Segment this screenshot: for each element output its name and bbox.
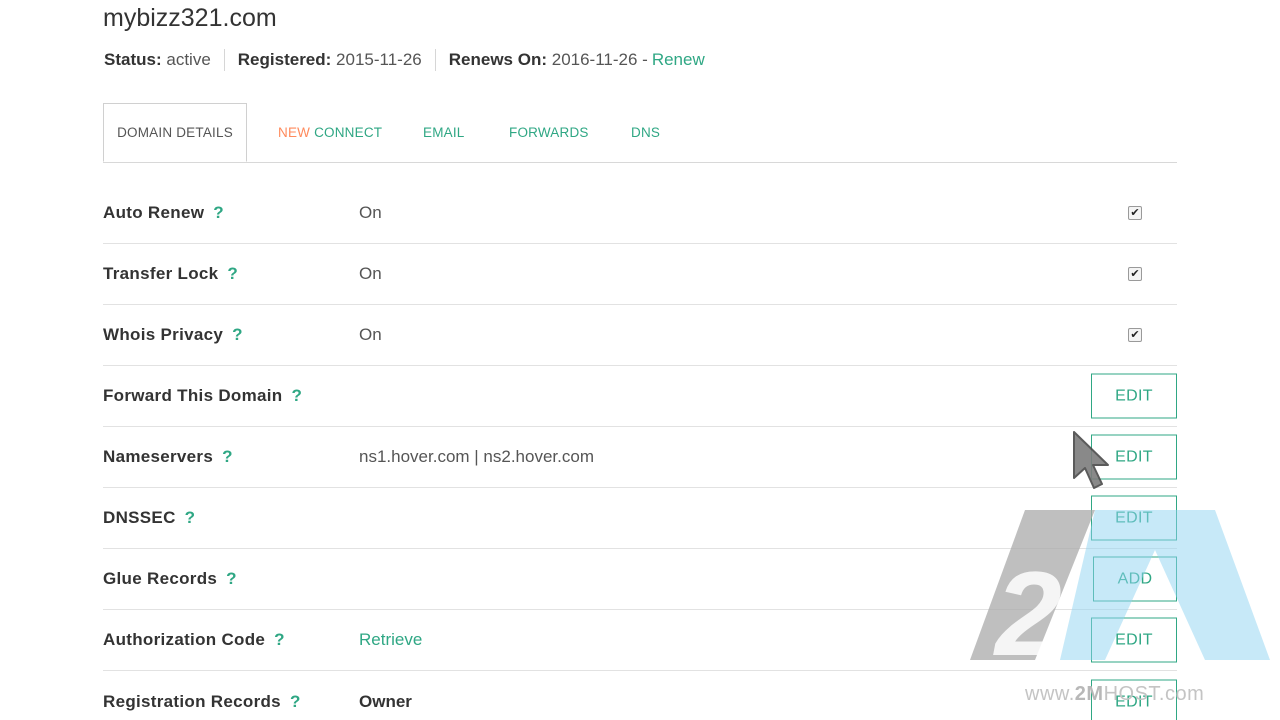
row-value: On — [359, 203, 382, 222]
row-label: Auto Renew? — [103, 203, 224, 223]
row-authorization-code: Authorization Code? Retrieve EDIT — [103, 610, 1177, 671]
tab-domain-details[interactable]: DOMAIN DETAILS — [103, 103, 247, 162]
status-value: active — [166, 50, 211, 69]
row-value: On — [359, 264, 382, 283]
row-dnssec: DNSSEC? EDIT — [103, 488, 1177, 549]
row-label: Transfer Lock? — [103, 264, 238, 284]
tab-email[interactable]: EMAIL — [423, 103, 465, 162]
row-label-text: Whois Privacy — [103, 325, 224, 344]
retrieve-auth-code-link[interactable]: Retrieve — [359, 630, 422, 650]
tab-label: EMAIL — [423, 125, 465, 140]
auth-code-edit-button[interactable]: EDIT — [1091, 617, 1177, 663]
help-icon[interactable]: ? — [290, 692, 301, 711]
transfer-lock-checkbox[interactable]: ✔ — [1128, 267, 1142, 281]
tab-label: DOMAIN DETAILS — [117, 125, 233, 140]
domain-settings-list: Auto Renew? On ✔ Transfer Lock? On ✔ Who… — [103, 183, 1177, 720]
row-label: Whois Privacy? — [103, 325, 243, 345]
row-whois-privacy: Whois Privacy? On ✔ — [103, 305, 1177, 366]
row-value: On — [359, 325, 382, 344]
renew-link[interactable]: Renew — [652, 50, 705, 70]
renews-label: Renews On: — [448, 50, 547, 69]
tab-forwards[interactable]: FORWARDS — [509, 103, 589, 162]
tab-label: FORWARDS — [509, 125, 589, 140]
status-label: Status: — [104, 50, 162, 69]
renews-value: 2016-11-26 - — [551, 50, 648, 69]
row-label: Nameservers? — [103, 447, 233, 467]
auto-renew-checkbox[interactable]: ✔ — [1128, 206, 1142, 220]
row-transfer-lock: Transfer Lock? On ✔ — [103, 244, 1177, 305]
nameservers-edit-button[interactable]: EDIT — [1091, 434, 1177, 480]
row-label: Registration Records? — [103, 692, 301, 712]
row-label-text: Glue Records — [103, 569, 218, 588]
forward-edit-button[interactable]: EDIT — [1091, 373, 1177, 419]
row-label: Forward This Domain? — [103, 386, 302, 406]
tab-dns[interactable]: DNS — [631, 103, 660, 162]
row-forward-domain: Forward This Domain? EDIT — [103, 366, 1177, 427]
row-label-text: Authorization Code — [103, 630, 266, 649]
glue-records-add-button[interactable]: ADD — [1093, 556, 1177, 602]
row-label-text: DNSSEC — [103, 508, 176, 527]
help-icon[interactable]: ? — [232, 325, 243, 344]
row-value: ns1.hover.com | ns2.hover.com — [359, 447, 594, 466]
row-label: DNSSEC? — [103, 508, 195, 528]
help-icon[interactable]: ? — [292, 386, 303, 405]
meta-divider — [434, 49, 436, 71]
domain-tabs: DOMAIN DETAILS NEW CONNECT EMAIL FORWARD… — [103, 103, 1177, 163]
tab-connect[interactable]: NEW CONNECT — [278, 103, 382, 162]
row-label: Authorization Code? — [103, 630, 285, 650]
row-label-text: Transfer Lock — [103, 264, 219, 283]
registered-value: 2015-11-26 — [336, 50, 422, 69]
registration-records-edit-button[interactable]: EDIT — [1091, 679, 1177, 720]
tab-label: DNS — [631, 125, 661, 140]
row-registration-records: Registration Records? Owner EDIT — [103, 671, 1177, 720]
domain-title: mybizz321.com — [103, 4, 277, 32]
row-value: Owner — [359, 691, 412, 711]
row-glue-records: Glue Records? ADD — [103, 549, 1177, 610]
whois-privacy-checkbox[interactable]: ✔ — [1128, 328, 1142, 342]
meta-divider — [223, 49, 225, 71]
domain-details-page: mybizz321.com Status: active Registered:… — [0, 0, 1280, 720]
help-icon[interactable]: ? — [274, 630, 285, 649]
row-label-text: Registration Records — [103, 691, 281, 711]
help-icon[interactable]: ? — [185, 508, 196, 527]
dnssec-edit-button[interactable]: EDIT — [1091, 495, 1177, 541]
row-label-text: Nameservers — [103, 447, 214, 466]
row-label-text: Auto Renew — [103, 203, 205, 222]
help-icon[interactable]: ? — [222, 447, 233, 466]
domain-meta-bar: Status: active Registered: 2015-11-26 Re… — [104, 49, 705, 71]
row-label-text: Forward This Domain — [103, 386, 283, 405]
row-label: Glue Records? — [103, 569, 237, 589]
registered-label: Registered: — [237, 50, 332, 69]
row-auto-renew: Auto Renew? On ✔ — [103, 183, 1177, 244]
help-icon[interactable]: ? — [227, 264, 238, 283]
help-icon[interactable]: ? — [226, 569, 237, 588]
help-icon[interactable]: ? — [213, 203, 224, 222]
new-badge: NEW — [278, 125, 311, 140]
row-nameservers: Nameservers? ns1.hover.com | ns2.hover.c… — [103, 427, 1177, 488]
tab-label: CONNECT — [314, 125, 383, 140]
